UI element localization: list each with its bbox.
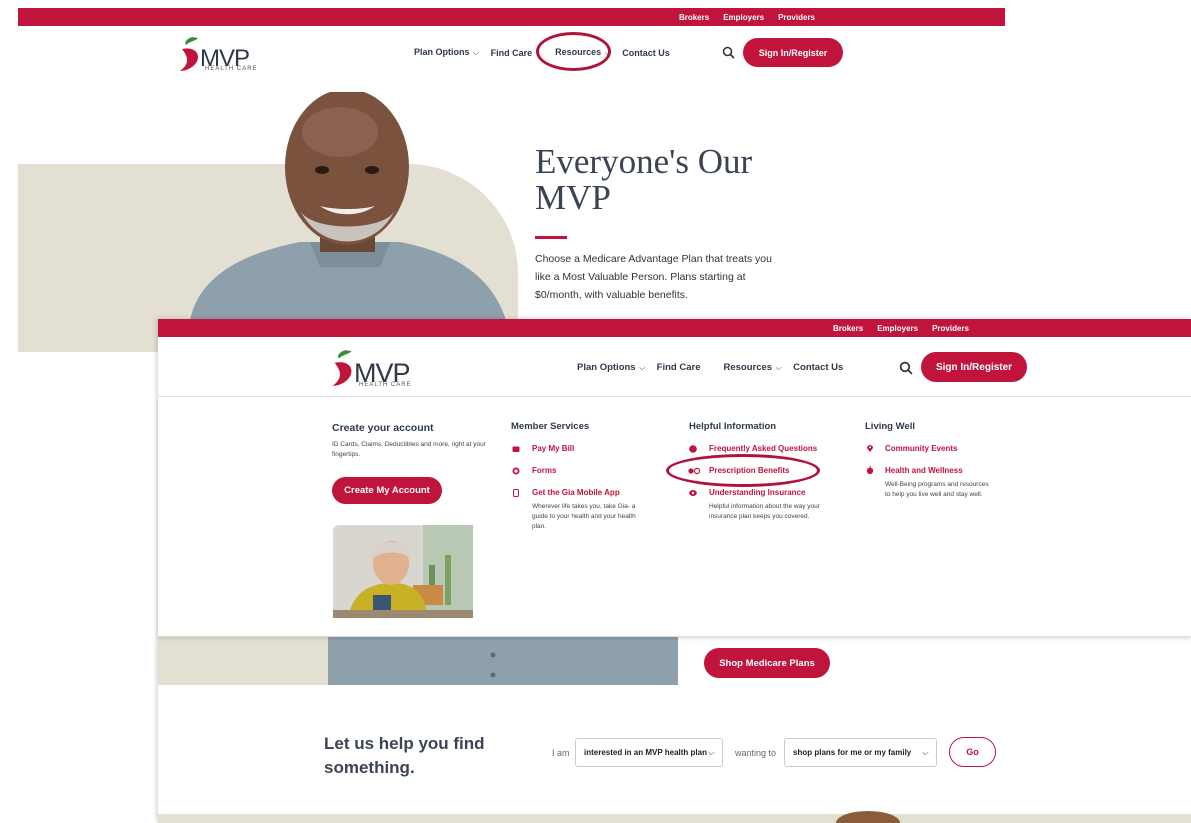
nav-find-care[interactable]: Find Care bbox=[491, 48, 533, 58]
top-utility-bar: Brokers Employers Providers bbox=[158, 319, 1191, 337]
understanding-insurance-desc: Helpful information about the way your i… bbox=[709, 503, 820, 520]
main-nav: Plan Options ⌵ Find Care Resources ⌵ Conta… bbox=[577, 362, 855, 373]
providers-link[interactable]: Providers bbox=[778, 13, 815, 22]
chevron-down-icon: ⌵ bbox=[921, 747, 928, 757]
gia-app-link[interactable]: Get the Gia Mobile App bbox=[532, 488, 620, 497]
i-am-label: I am bbox=[552, 748, 570, 758]
map-pin-icon bbox=[867, 445, 873, 452]
highlight-oval-resources bbox=[536, 32, 611, 71]
person-head-image bbox=[836, 811, 900, 823]
search-icon[interactable] bbox=[722, 46, 735, 59]
chevron-down-icon: ⌵ bbox=[707, 747, 714, 757]
hero-man-image bbox=[190, 92, 506, 320]
sign-in-button[interactable]: Sign In/Register bbox=[743, 38, 843, 67]
top-utility-bar: Brokers Employers Providers bbox=[18, 8, 1005, 26]
mvp-logo[interactable]: MVP HEALTH CARE bbox=[330, 346, 412, 388]
gia-app-desc: Wherever life takes you, take Gia- a gui… bbox=[532, 503, 636, 530]
interest-select[interactable]: interested in an MVP health plan ⌵ bbox=[575, 738, 723, 767]
nav-resources[interactable]: Resources ⌵ bbox=[723, 362, 781, 373]
providers-link[interactable]: Providers bbox=[932, 324, 969, 333]
hero-title: Everyone's Our MVP bbox=[535, 142, 753, 217]
go-button[interactable]: Go bbox=[949, 737, 996, 767]
nav-contact-us[interactable]: Contact Us bbox=[793, 362, 843, 373]
nav-plan-options[interactable]: Plan Options ⌵ bbox=[577, 362, 645, 373]
shield-eye-icon bbox=[689, 490, 697, 496]
health-wellness-link[interactable]: Health and Wellness bbox=[885, 466, 963, 475]
employers-link[interactable]: Employers bbox=[877, 324, 918, 333]
sign-in-button[interactable]: Sign In/Register bbox=[921, 352, 1027, 382]
member-services-heading: Member Services bbox=[511, 421, 590, 432]
helpful-info-heading: Helpful Information bbox=[689, 421, 777, 432]
mobile-phone-icon bbox=[513, 489, 519, 497]
second-screenshot: Brokers Employers Providers MVP HEALTH C… bbox=[158, 319, 1191, 823]
wanting-to-label: wanting to bbox=[735, 748, 777, 758]
shop-medicare-plans-button[interactable]: Shop Medicare Plans bbox=[704, 648, 830, 678]
community-events-link[interactable]: Community Events bbox=[885, 444, 957, 453]
goal-select[interactable]: shop plans for me or my family ⌵ bbox=[784, 738, 937, 767]
document-icon bbox=[512, 467, 520, 475]
finder-title: Let us help you find something. bbox=[324, 734, 485, 777]
create-account-desc: ID Cards, Claims, Deductibles and more, … bbox=[332, 441, 486, 458]
chevron-down-icon: ⌵ bbox=[775, 363, 782, 372]
health-wellness-desc: Well-Being programs and resources to hel… bbox=[885, 481, 989, 498]
forms-link[interactable]: Forms bbox=[532, 466, 556, 475]
understanding-insurance-link[interactable]: Understanding Insurance bbox=[709, 488, 805, 497]
logo-mark-icon bbox=[332, 350, 352, 386]
mvp-logo[interactable]: MVP HEALTH CARE bbox=[178, 33, 257, 73]
brokers-link[interactable]: Brokers bbox=[833, 324, 863, 333]
chevron-down-icon: ⌵ bbox=[472, 48, 479, 57]
create-account-heading: Create your account bbox=[332, 422, 434, 434]
living-well-heading: Living Well bbox=[865, 421, 915, 432]
hero-divider bbox=[535, 236, 567, 239]
nav-plan-options[interactable]: Plan Options ⌵ bbox=[414, 47, 479, 58]
next-section-backdrop bbox=[158, 814, 1191, 823]
search-icon[interactable] bbox=[899, 361, 913, 375]
highlight-oval-prescription bbox=[666, 454, 820, 487]
employers-link[interactable]: Employers bbox=[723, 13, 764, 22]
hero-body: Choose a Medicare Advantage Plan that tr… bbox=[535, 253, 772, 301]
wallet-icon bbox=[512, 446, 520, 452]
nav-find-care[interactable]: Find Care bbox=[657, 362, 701, 373]
logo-mark-icon bbox=[180, 37, 198, 71]
logo-tagline: HEALTH CARE bbox=[205, 66, 258, 72]
woman-with-mug-image bbox=[333, 525, 473, 618]
faq-link[interactable]: Frequently Asked Questions bbox=[709, 444, 817, 453]
brokers-link[interactable]: Brokers bbox=[679, 13, 709, 22]
pay-my-bill-link[interactable]: Pay My Bill bbox=[532, 444, 574, 453]
logo-tagline: HEALTH CARE bbox=[359, 382, 412, 388]
question-icon bbox=[689, 445, 697, 453]
nav-contact-us[interactable]: Contact Us bbox=[622, 48, 670, 58]
chevron-down-icon: ⌵ bbox=[638, 363, 645, 372]
hero-man-shirt-image bbox=[328, 637, 678, 685]
create-account-button[interactable]: Create My Account bbox=[332, 477, 442, 504]
apple-icon bbox=[866, 466, 874, 474]
resources-mega-menu: Create your account ID Cards, Claims, De… bbox=[158, 397, 1191, 637]
